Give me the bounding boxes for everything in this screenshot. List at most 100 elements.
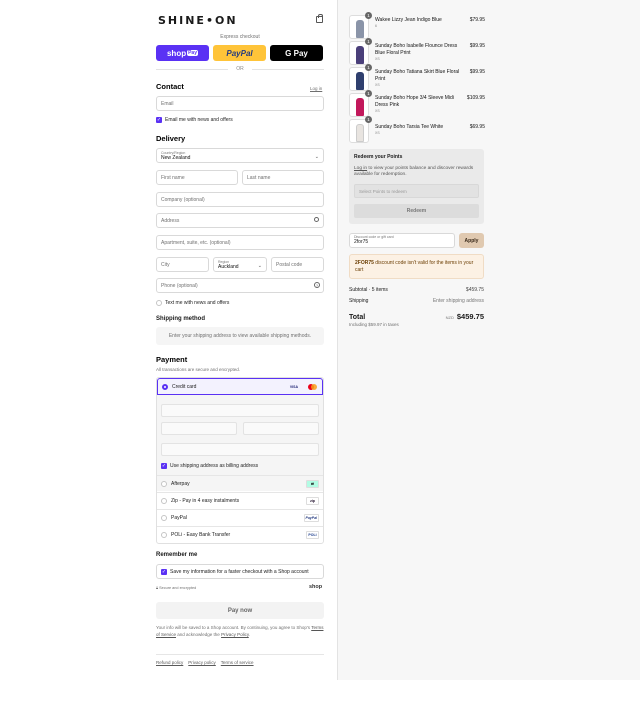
shipping-label: Shipping: [349, 298, 369, 304]
delivery-heading: Delivery: [156, 134, 186, 143]
brand-logo[interactable]: SHINE•ON: [158, 14, 238, 27]
cart-item: 1 Sunday Boho Tatiana Skirt Blue Floral …: [349, 64, 485, 91]
credit-card-label: Credit card: [172, 383, 197, 390]
radio-icon: [161, 481, 167, 487]
checkbox-checked-icon: ✓: [161, 569, 167, 575]
card-number-input[interactable]: [161, 404, 319, 417]
quantity-badge: 1: [365, 90, 372, 97]
cart-item: 1 Sunday Boho Isabelle Flounce Dress Blu…: [349, 38, 485, 65]
country-select[interactable]: Country/Region New Zealand ⌄: [156, 148, 324, 163]
product-figure: [356, 98, 364, 116]
item-price: $69.95: [469, 124, 485, 130]
remember-me-checkbox[interactable]: ✓ Save my information for a faster checko…: [161, 569, 319, 575]
region-select[interactable]: Region Auckland ⌄: [213, 257, 267, 272]
city-input[interactable]: City: [156, 257, 209, 272]
privacy-policy-link[interactable]: Privacy policy: [188, 660, 216, 665]
email-news-label: Email me with news and offers: [165, 117, 233, 123]
payment-option-afterpay[interactable]: Afterpay ⇄: [157, 475, 323, 492]
redeem-button[interactable]: Redeem: [354, 204, 479, 218]
item-variant: XS: [375, 57, 380, 61]
apply-discount-button[interactable]: Apply: [459, 233, 484, 248]
remember-me-box: ✓ Save my information for a faster checko…: [156, 564, 324, 579]
contact-heading: Contact: [156, 82, 184, 91]
pay-now-button[interactable]: Pay now: [156, 602, 324, 619]
phone-input[interactable]: Phone (optional)?: [156, 278, 324, 293]
item-variant: XS: [375, 131, 380, 135]
subtotal-row: Subtotal · 5 items $459.75: [349, 287, 484, 293]
paypal-button[interactable]: PayPal: [213, 45, 266, 61]
text-news-checkbox[interactable]: Text me with news and offers: [156, 300, 229, 306]
apartment-input[interactable]: Apartment, suite, etc. (optional): [156, 235, 324, 250]
google-pay-button[interactable]: G Pay: [270, 45, 323, 61]
redeem-heading: Redeem your Points: [354, 154, 403, 160]
region-value: Auckland: [218, 264, 239, 270]
country-value: New Zealand: [161, 155, 191, 161]
subtotal-label: Subtotal · 5 items: [349, 287, 388, 293]
visa-icon: VISA: [289, 385, 298, 389]
privacy-link[interactable]: Privacy Policy: [221, 632, 249, 637]
help-icon[interactable]: ?: [314, 282, 320, 288]
radio-selected-icon: [162, 383, 168, 390]
item-name: Sunday Boho Hope 3/4 Sleeve Midi Dress P…: [375, 95, 454, 108]
discount-code-input[interactable]: Discount code or gift card 2for75: [349, 233, 455, 248]
redeem-login-link[interactable]: Log in: [354, 166, 367, 171]
quantity-badge: 1: [365, 64, 372, 71]
shop-pay-button[interactable]: shop Pay: [156, 45, 209, 61]
card-security-code-input[interactable]: [243, 422, 319, 435]
address-input[interactable]: Address: [156, 213, 324, 228]
checkbox-checked-icon: ✓: [161, 463, 167, 469]
discount-value: 2for75: [354, 239, 369, 245]
shop-label: shop: [166, 48, 187, 58]
zip-icon: zip: [306, 497, 319, 505]
legal-text-2: and acknowledge the: [176, 631, 222, 637]
email-input[interactable]: Email: [156, 96, 324, 111]
last-name-input[interactable]: Last name: [242, 170, 324, 185]
paypal-label: PayPal: [171, 515, 187, 521]
afterpay-icon: ⇄: [306, 480, 319, 488]
discount-warning: 2FOR75 discount code isn't valid for the…: [349, 254, 484, 279]
shipping-value: Enter shipping address: [432, 298, 484, 304]
first-name-input[interactable]: First name: [156, 170, 238, 185]
shop-pay-label: Pay: [187, 50, 198, 56]
quantity-badge: 1: [365, 12, 372, 19]
payment-credit-card-option[interactable]: Credit card VISA: [157, 378, 323, 395]
payment-option-paypal[interactable]: PayPal PayPal: [157, 509, 323, 526]
terms-of-service-link[interactable]: Terms of service: [221, 660, 254, 665]
currency-code: NZD: [445, 315, 454, 320]
card-expiry-input[interactable]: [161, 422, 237, 435]
payment-subtitle: All transactions are secure and encrypte…: [156, 367, 241, 372]
item-variant: 6: [375, 24, 377, 28]
secure-encrypted-note: 🔒︎ Secure and encrypted: [156, 586, 196, 590]
poli-label: POLi - Easy Bank Transfer: [171, 532, 231, 538]
checkout-form-panel: SHINE•ON Express checkout shop Pay PayPal…: [0, 0, 337, 680]
phone-placeholder: Phone (optional): [161, 283, 198, 289]
poli-icon: POLi: [306, 531, 319, 539]
refund-policy-link[interactable]: Refund policy: [156, 660, 183, 665]
total-value: $459.75: [456, 312, 484, 321]
cart-item: 1 Wakee Lizzy Jean Indigo Blue 6 $79.95: [349, 12, 485, 39]
points-select[interactable]: Select Points to redeem: [354, 184, 479, 198]
shop-logo: shop: [309, 584, 323, 590]
redeem-points-panel: Redeem your Points Log in to view your p…: [349, 149, 484, 224]
billing-address-checkbox[interactable]: ✓ Use shipping address as billing address: [161, 463, 258, 469]
text-news-label: Text me with news and offers: [165, 300, 230, 306]
email-news-checkbox[interactable]: ✓ Email me with news and offers: [156, 117, 233, 123]
postal-code-input[interactable]: Postal code: [271, 257, 324, 272]
payment-methods-panel: Credit card VISA ✓ Use shipping address a…: [156, 377, 324, 544]
shopping-bag-icon[interactable]: [316, 14, 323, 23]
quantity-badge: 1: [365, 38, 372, 45]
payment-heading: Payment: [156, 355, 188, 364]
quantity-badge: 1: [365, 116, 372, 123]
radio-icon: [161, 515, 167, 521]
total-row: Total NZD $459.75: [349, 312, 484, 321]
card-name-input[interactable]: [161, 443, 319, 456]
total-amount: NZD $459.75: [446, 312, 484, 321]
express-checkout-label: Express checkout: [220, 34, 260, 40]
payment-option-zip[interactable]: Zip - Pay in 4 easy instalments zip: [157, 492, 323, 509]
shipping-method-heading: Shipping method: [156, 316, 205, 322]
payment-option-poli[interactable]: POLi - Easy Bank Transfer POLi: [157, 526, 323, 543]
company-input[interactable]: Company (optional): [156, 192, 324, 207]
login-link[interactable]: Log in: [310, 86, 322, 91]
radio-icon: [161, 498, 167, 504]
zip-label: Zip - Pay in 4 easy instalments: [171, 498, 240, 504]
